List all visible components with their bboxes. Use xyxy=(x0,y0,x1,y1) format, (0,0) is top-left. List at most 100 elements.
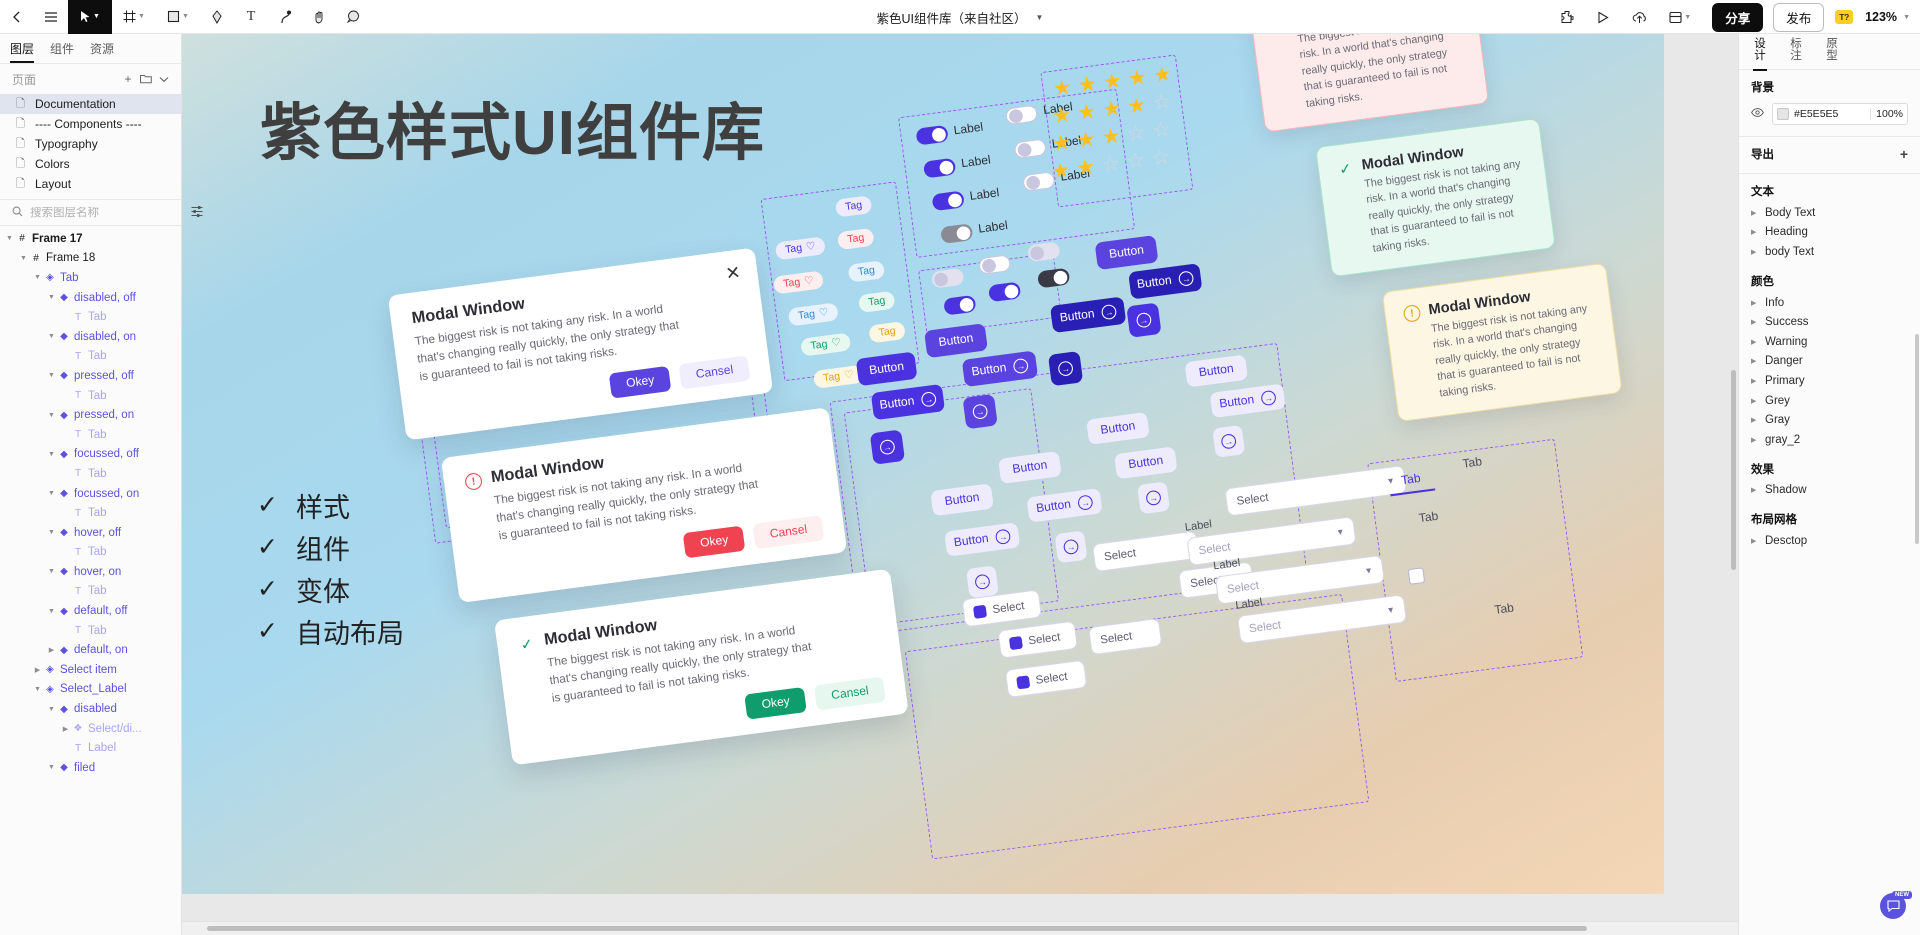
star-icon[interactable]: ☆ xyxy=(1150,118,1172,143)
layer-row[interactable]: ▼ ◈ Tab xyxy=(0,268,181,288)
layer-row[interactable]: ▼ ◆ pressed, off xyxy=(0,366,181,386)
toast-warning[interactable]: ! Modal Window The biggest risk is not t… xyxy=(1381,262,1623,423)
star-icon[interactable]: ★ xyxy=(1100,124,1122,149)
disclosure-triangle-icon[interactable]: ▶ xyxy=(1751,318,1759,326)
filter-icon[interactable] xyxy=(191,204,203,222)
grid-style-item[interactable]: ▶ Desctop xyxy=(1751,531,1908,551)
button[interactable]: Button xyxy=(1094,235,1159,271)
page-item[interactable]: 🗋 ---- Components ---- xyxy=(0,114,181,134)
disclosure-triangle-icon[interactable]: ▼ xyxy=(46,294,57,301)
layer-row[interactable]: ▶TTab xyxy=(0,503,181,523)
disclosure-triangle-icon[interactable]: ▶ xyxy=(46,646,57,654)
layer-row[interactable]: ▶ ❖ Select/di... xyxy=(0,719,181,739)
icon-button[interactable]: → xyxy=(869,429,906,465)
star-icon[interactable]: ★ xyxy=(1075,155,1097,180)
page-item[interactable]: 🗋 Documentation xyxy=(0,94,181,114)
color-style-item[interactable]: ▶ Grey xyxy=(1751,391,1908,411)
star-icon[interactable]: ★ xyxy=(1152,63,1174,88)
color-style-item[interactable]: ▶ Info xyxy=(1751,293,1908,313)
layer-row[interactable]: ▼ ◆ disabled, off xyxy=(0,288,181,308)
close-icon[interactable]: ✕ xyxy=(724,262,742,285)
modal-ok-button[interactable]: Okey xyxy=(609,366,672,400)
modal-cancel-button[interactable]: Cansel xyxy=(752,515,825,550)
disclosure-triangle-icon[interactable]: ▼ xyxy=(46,490,57,497)
hand-tool[interactable] xyxy=(302,0,336,34)
document-title-menu[interactable]: 紫色UI组件库（来自社区） ▼ xyxy=(877,8,1044,27)
layer-row[interactable]: ▼ # Frame 17 xyxy=(0,229,181,249)
tab-components[interactable]: 组件 xyxy=(50,34,74,63)
layer-row[interactable]: ▶ ◆ default, on xyxy=(0,640,181,660)
plus-icon[interactable]: + xyxy=(1900,147,1908,161)
icon-button[interactable]: → xyxy=(1212,424,1246,458)
canvas-horizontal-scrollbar[interactable] xyxy=(182,921,1738,935)
layer-row[interactable]: ▶TTab xyxy=(0,464,181,484)
tab-prototype[interactable]: 原型 xyxy=(1825,38,1839,69)
disclosure-triangle-icon[interactable]: ▶ xyxy=(1751,397,1759,405)
tab-inspect[interactable]: 标注 xyxy=(1789,38,1803,69)
text-tool[interactable]: T xyxy=(234,0,268,34)
page-item[interactable]: 🗋 Layout xyxy=(0,174,181,194)
modal-window-success[interactable]: ✓ Modal Window The biggest risk is not t… xyxy=(494,568,909,766)
layer-row[interactable]: ▼ ◆ focussed, off xyxy=(0,445,181,465)
layer-row[interactable]: ▼ ◆ hover, on xyxy=(0,562,181,582)
plugin-icon[interactable] xyxy=(1550,0,1584,34)
icon-button[interactable]: → xyxy=(1137,481,1171,515)
folder-icon[interactable] xyxy=(137,70,155,88)
star-icon[interactable]: ☆ xyxy=(1151,90,1173,115)
tab-design[interactable]: 设计 xyxy=(1753,38,1767,71)
text-style-item[interactable]: ▶ Body Text xyxy=(1751,203,1908,223)
color-style-item[interactable]: ▶ Primary xyxy=(1751,371,1908,391)
toast-success[interactable]: ✓ Modal Window The biggest risk is not t… xyxy=(1314,117,1556,278)
disclosure-triangle-icon[interactable]: ▼ xyxy=(32,686,43,693)
artboard-frame-17[interactable]: 紫色样式UI组件库 ✓ 样式 ✓ 组件 ✓ 变体 ✓ 自动布局 ✕ Modal … xyxy=(182,34,1664,894)
disclosure-triangle-icon[interactable]: ▶ xyxy=(32,666,43,674)
star-icon[interactable]: ☆ xyxy=(1125,149,1147,174)
chevron-down-icon[interactable] xyxy=(155,70,173,88)
chevron-down-icon[interactable]: ▼ xyxy=(1036,13,1044,22)
disclosure-triangle-icon[interactable]: ▶ xyxy=(1751,209,1759,217)
page-item[interactable]: 🗋 Typography xyxy=(0,134,181,154)
modal-cancel-button[interactable]: Cansel xyxy=(678,355,751,390)
layer-row[interactable]: ▼ ◆ default, off xyxy=(0,601,181,621)
heart-icon[interactable]: ♡ xyxy=(804,275,815,288)
star-icon[interactable]: ☆ xyxy=(1150,145,1172,170)
checkbox-icon[interactable] xyxy=(1407,567,1426,585)
move-tool[interactable]: ▼ xyxy=(68,0,112,34)
color-style-item[interactable]: ▶ gray_2 xyxy=(1751,430,1908,450)
layer-row[interactable]: ▶TTab xyxy=(0,347,181,367)
layer-row[interactable]: ▶TTab xyxy=(0,307,181,327)
star-icon[interactable]: ★ xyxy=(1050,159,1072,184)
button[interactable]: Button → xyxy=(1049,296,1127,334)
toggle-switch[interactable] xyxy=(1036,267,1071,289)
right-panel-scrollbar[interactable] xyxy=(1915,334,1919,544)
disclosure-triangle-icon[interactable]: ▼ xyxy=(46,764,57,771)
disclosure-triangle-icon[interactable]: ▼ xyxy=(46,706,57,713)
tab-assets[interactable]: 资源 xyxy=(90,34,114,63)
disclosure-triangle-icon[interactable]: ▼ xyxy=(46,608,57,615)
color-swatch[interactable] xyxy=(1777,108,1789,120)
layer-row[interactable]: ▼ ◈ Select_Label xyxy=(0,680,181,700)
disclosure-triangle-icon[interactable]: ▼ xyxy=(32,274,43,281)
disclosure-triangle-icon[interactable]: ▶ xyxy=(1751,486,1759,494)
star-icon[interactable]: ★ xyxy=(1126,93,1148,118)
page-item[interactable]: 🗋 Colors xyxy=(0,154,181,174)
star-icon[interactable]: ★ xyxy=(1127,66,1149,91)
star-icon[interactable]: ★ xyxy=(1051,103,1073,128)
layout-panel-icon[interactable]: ▼ xyxy=(1658,0,1702,34)
toast-danger[interactable]: ! Modal Window The biggest risk is not t… xyxy=(1248,34,1490,133)
layer-row[interactable]: ▼ # Frame 18 xyxy=(0,249,181,269)
layer-row[interactable]: ▼ ◆ hover, off xyxy=(0,523,181,543)
disclosure-triangle-icon[interactable]: ▼ xyxy=(46,412,57,419)
button[interactable]: Button → xyxy=(1128,263,1203,300)
layer-search-bar[interactable] xyxy=(0,199,203,226)
hamburger-menu-icon[interactable] xyxy=(34,0,68,34)
tab-layers[interactable]: 图层 xyxy=(10,34,35,63)
canvas-vertical-scrollbar[interactable] xyxy=(1731,370,1736,570)
frame-tool[interactable]: ▼ xyxy=(112,0,156,34)
layer-row[interactable]: ▼ ◆ focussed, on xyxy=(0,484,181,504)
chevron-down-icon[interactable]: ▼ xyxy=(1364,565,1373,575)
layer-row[interactable]: ▶TTab xyxy=(0,543,181,563)
heart-icon[interactable]: ♡ xyxy=(844,369,855,382)
share-button[interactable]: 分享 xyxy=(1712,2,1764,32)
star-icon[interactable]: ★ xyxy=(1050,131,1072,156)
